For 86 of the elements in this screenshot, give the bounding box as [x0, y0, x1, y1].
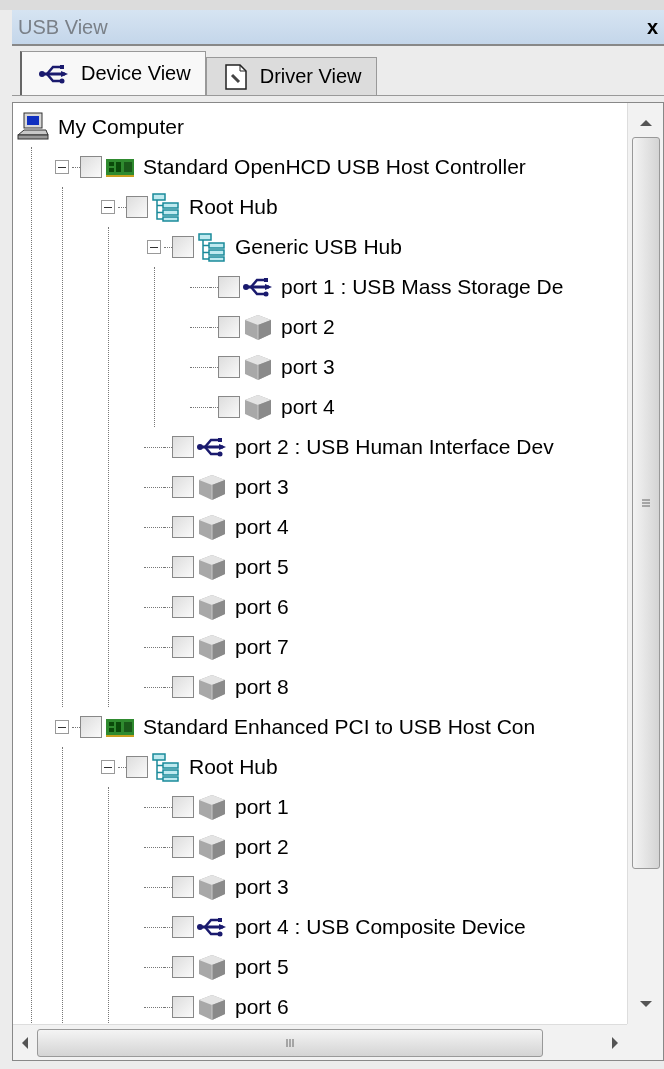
tree-item[interactable]: port 2 : USB Human Interface Dev: [235, 435, 554, 459]
close-button[interactable]: x: [646, 15, 658, 39]
tree-item[interactable]: port 1: [235, 795, 289, 819]
checkbox[interactable]: [126, 196, 148, 218]
tree-item[interactable]: port 3: [281, 355, 335, 379]
hub-icon: [151, 192, 181, 222]
checkbox[interactable]: [218, 356, 240, 378]
cube-icon: [197, 473, 227, 501]
checkbox[interactable]: [172, 676, 194, 698]
cube-icon: [197, 553, 227, 581]
computer-icon: [16, 111, 50, 143]
collapse-icon[interactable]: [101, 200, 115, 214]
tree-item[interactable]: port 4: [281, 395, 335, 419]
checkbox[interactable]: [218, 276, 240, 298]
checkbox[interactable]: [218, 396, 240, 418]
collapse-icon[interactable]: [147, 240, 161, 254]
tab[interactable]: Driver View: [205, 57, 377, 95]
tree-item[interactable]: port 2: [281, 315, 335, 339]
tree-item[interactable]: port 4 : USB Composite Device: [235, 915, 526, 939]
cube-icon: [197, 953, 227, 981]
cube-icon: [197, 873, 227, 901]
cube-icon: [197, 673, 227, 701]
document-icon: [223, 62, 248, 91]
tree-item[interactable]: port 2: [235, 835, 289, 859]
cube-icon: [197, 993, 227, 1021]
tree-item[interactable]: Standard OpenHCD USB Host Controller: [143, 155, 526, 179]
checkbox[interactable]: [172, 516, 194, 538]
hub-icon: [151, 752, 181, 782]
hub-icon: [197, 232, 227, 262]
collapse-icon[interactable]: [55, 720, 69, 734]
checkbox[interactable]: [80, 156, 102, 178]
vertical-scrollbar[interactable]: [627, 103, 663, 1024]
tree-item[interactable]: port 3: [235, 875, 289, 899]
cube-icon: [243, 393, 273, 421]
tree-item[interactable]: port 7: [235, 635, 289, 659]
cube-icon: [197, 633, 227, 661]
tree-item[interactable]: Generic USB Hub: [235, 235, 402, 259]
circuit-board-icon: [105, 156, 135, 178]
checkbox[interactable]: [218, 316, 240, 338]
usb-icon: [197, 917, 227, 937]
grip-icon: [285, 1037, 295, 1048]
cube-icon: [197, 793, 227, 821]
cube-icon: [243, 353, 273, 381]
checkbox[interactable]: [172, 556, 194, 578]
tree-item[interactable]: Root Hub: [189, 195, 278, 219]
collapse-icon[interactable]: [55, 160, 69, 174]
cube-icon: [197, 833, 227, 861]
grip-icon: [640, 498, 651, 508]
usb-icon: [243, 277, 273, 297]
usb-icon: [197, 437, 227, 457]
collapse-icon[interactable]: [101, 760, 115, 774]
cube-icon: [197, 593, 227, 621]
panel-title: USB View: [18, 15, 108, 39]
cube-icon: [197, 513, 227, 541]
tab[interactable]: Device View: [20, 51, 206, 95]
checkbox[interactable]: [172, 796, 194, 818]
tree-item[interactable]: port 1 : USB Mass Storage De: [281, 275, 564, 299]
checkbox[interactable]: [172, 236, 194, 258]
tree-item[interactable]: port 3: [235, 475, 289, 499]
tree-item[interactable]: port 5: [235, 955, 289, 979]
checkbox[interactable]: [172, 996, 194, 1018]
checkbox[interactable]: [172, 916, 194, 938]
checkbox[interactable]: [172, 876, 194, 898]
tree-item[interactable]: port 8: [235, 675, 289, 699]
horizontal-scrollbar[interactable]: [13, 1024, 627, 1060]
tree-item[interactable]: Standard Enhanced PCI to USB Host Con: [143, 715, 536, 739]
scroll-thumb[interactable]: [37, 1028, 543, 1057]
usb-icon: [39, 63, 69, 84]
cube-icon: [243, 313, 273, 341]
tree-item[interactable]: My Computer: [58, 115, 185, 139]
scroll-right-icon[interactable]: [609, 1034, 621, 1051]
checkbox[interactable]: [126, 756, 148, 778]
tree-item[interactable]: Root Hub: [189, 755, 278, 779]
checkbox[interactable]: [172, 836, 194, 858]
checkbox[interactable]: [172, 476, 194, 498]
tree-item[interactable]: port 6: [235, 595, 289, 619]
checkbox[interactable]: [80, 716, 102, 738]
circuit-board-icon: [105, 716, 135, 738]
checkbox[interactable]: [172, 596, 194, 618]
scroll-thumb[interactable]: [631, 137, 660, 869]
checkbox[interactable]: [172, 956, 194, 978]
tree-item[interactable]: port 5: [235, 555, 289, 579]
tree-item[interactable]: port 6: [235, 995, 289, 1019]
checkbox[interactable]: [172, 636, 194, 658]
tree-item[interactable]: port 4: [235, 515, 289, 539]
checkbox[interactable]: [172, 436, 194, 458]
